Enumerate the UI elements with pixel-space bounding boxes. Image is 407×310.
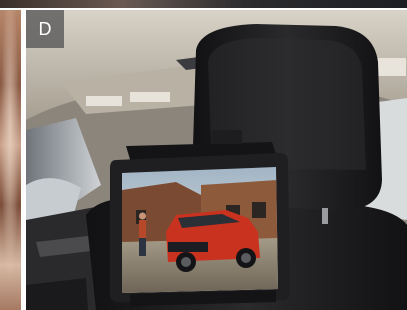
adjacent-photo-edge — [0, 10, 21, 310]
vehicle-interior-photo — [26, 10, 407, 310]
photo-label-badge: D — [26, 10, 64, 48]
photo-label-letter: D — [38, 18, 52, 39]
previous-photo-strip — [0, 0, 407, 8]
